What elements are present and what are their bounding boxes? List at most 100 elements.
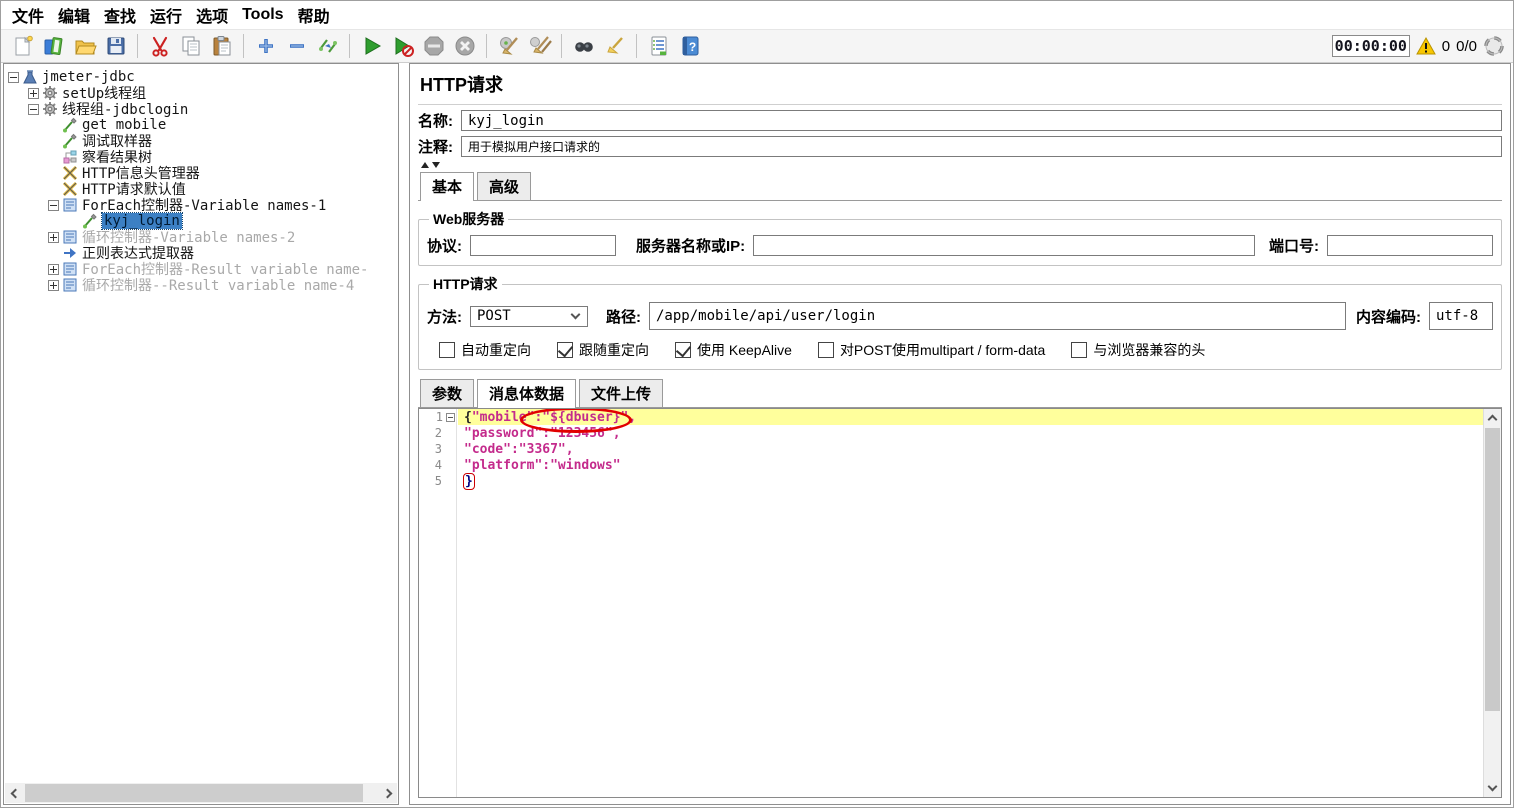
warning-icon[interactable] [1416,36,1436,56]
basic-advanced-tab-1[interactable]: 基本 [420,172,474,201]
unchecked-checkbox[interactable] [818,342,834,358]
tree-item-4[interactable]: get mobile [4,117,398,133]
scroll-up-button[interactable] [1484,409,1501,427]
test-plan-icon [22,69,38,85]
code-line-3[interactable]: "code":"3367", [458,441,1483,457]
tree-item-9[interactable]: ForEach控制器-Variable names-1 [4,197,398,213]
collapse-arrow-icon[interactable] [421,162,429,168]
code-line-1[interactable]: {"mobile":"${dbuser}", [458,409,1483,425]
protocol-input[interactable] [470,235,616,256]
tree-horizontal-scrollbar[interactable] [5,783,397,803]
checkbox-item-2[interactable]: 跟随重定向 [557,340,649,360]
save-button[interactable] [102,33,129,60]
tree-item-14[interactable]: 循环控制器--Result variable name-4 [4,277,398,293]
clear-all-button[interactable] [526,33,553,60]
comment-input[interactable]: 用于模拟用户接口请求的 [461,136,1502,157]
scrollbar-thumb[interactable] [25,784,363,802]
fold-toggle-icon[interactable] [446,413,455,422]
server-input[interactable] [753,235,1255,256]
expand-arrow-icon[interactable] [432,162,440,168]
expand-handle-icon[interactable] [48,264,59,275]
controller-icon [62,229,78,245]
splitpane-toggle[interactable] [418,160,1502,170]
code-line-4[interactable]: "platform":"windows" [458,457,1483,473]
menu-item-5[interactable]: 选项 [189,1,235,29]
collapse-handle-icon[interactable] [8,72,19,83]
toggle-button[interactable] [314,33,341,60]
collapse-all-button[interactable] [283,33,310,60]
scroll-left-button[interactable] [5,783,25,803]
code-segment: "password":"123456", [464,426,621,441]
body-data-editor[interactable]: 12345 {"mobile":"${dbuser}","password":"… [418,408,1502,798]
basic-advanced-tab-2[interactable]: 高级 [477,172,531,200]
function-helper-button[interactable] [645,33,672,60]
help-button[interactable]: ? [676,33,703,60]
unchecked-checkbox[interactable] [439,342,455,358]
code-line-2[interactable]: "password":"123456", [458,425,1483,441]
tree-item-5[interactable]: 调试取样器 [4,133,398,149]
server-label: 服务器名称或IP: [636,235,745,256]
unchecked-checkbox[interactable] [1071,342,1087,358]
tree-item-6[interactable]: 察看结果树 [4,149,398,165]
menu-item-6[interactable]: Tools [235,4,290,26]
method-select[interactable]: POST [470,306,588,327]
tree-item-11[interactable]: 循环控制器-Variable names-2 [4,229,398,245]
search-button[interactable] [570,33,597,60]
body-tab-3[interactable]: 文件上传 [579,379,663,407]
search-reset-button[interactable] [601,33,628,60]
cut-icon [148,34,172,58]
templates-button[interactable] [40,33,67,60]
gutter-row: 2 [419,425,456,441]
paste-button[interactable] [208,33,235,60]
open-icon [73,34,97,58]
body-tab-2[interactable]: 消息体数据 [477,379,576,408]
encoding-input[interactable]: utf-8 [1429,302,1493,330]
start-button[interactable] [358,33,385,60]
checkbox-item-5[interactable]: 与浏览器兼容的头 [1071,340,1205,360]
expand-handle-icon[interactable] [28,88,39,99]
toolbar-status: 00:00:00 0 0/0 [1332,35,1507,57]
scrollbar-track[interactable] [25,783,377,803]
menu-item-3[interactable]: 查找 [97,1,143,29]
tree-item-3[interactable]: 线程组-jdbclogin [4,101,398,117]
checked-checkbox[interactable] [675,342,691,358]
basic-advanced-tabs: 基本高级 [418,172,1502,201]
menu-bar: 文件编辑查找运行选项Tools帮助 [1,1,1513,29]
open-button[interactable] [71,33,98,60]
name-input[interactable]: kyj_login [461,110,1502,131]
menu-item-7[interactable]: 帮助 [291,1,337,29]
new-file-button[interactable] [9,33,36,60]
checkbox-item-4[interactable]: 对POST使用multipart / form-data [818,340,1045,360]
menu-item-1[interactable]: 文件 [5,1,51,29]
gutter-row: 4 [419,457,456,473]
thread-state-icon [1483,35,1505,57]
shutdown-button[interactable] [451,33,478,60]
collapse-handle-icon[interactable] [28,104,39,115]
checkbox-item-1[interactable]: 自动重定向 [439,340,531,360]
port-label: 端口号: [1269,235,1319,256]
checked-checkbox[interactable] [557,342,573,358]
path-input[interactable]: /app/mobile/api/user/login [649,302,1346,330]
expand-all-button[interactable] [252,33,279,60]
stop-button[interactable] [420,33,447,60]
scrollbar-thumb[interactable] [1485,428,1500,711]
menu-item-2[interactable]: 编辑 [51,1,97,29]
menu-item-4[interactable]: 运行 [143,1,189,29]
copy-button[interactable] [177,33,204,60]
clear-icon [497,34,521,58]
editor-vertical-scrollbar[interactable] [1483,409,1501,797]
checkbox-item-3[interactable]: 使用 KeepAlive [675,340,792,360]
tree-item-7[interactable]: HTTP信息头管理器 [4,165,398,181]
clear-button[interactable] [495,33,522,60]
code-line-5[interactable]: } [458,473,1483,489]
cut-button[interactable] [146,33,173,60]
collapse-handle-icon[interactable] [48,200,59,211]
body-tab-1[interactable]: 参数 [420,379,474,407]
expand-handle-icon[interactable] [48,280,59,291]
scroll-right-button[interactable] [377,783,397,803]
port-input[interactable] [1327,235,1493,256]
thread-group-icon [42,101,58,117]
start-no-timers-button[interactable] [389,33,416,60]
scroll-down-button[interactable] [1484,779,1501,797]
expand-handle-icon[interactable] [48,232,59,243]
